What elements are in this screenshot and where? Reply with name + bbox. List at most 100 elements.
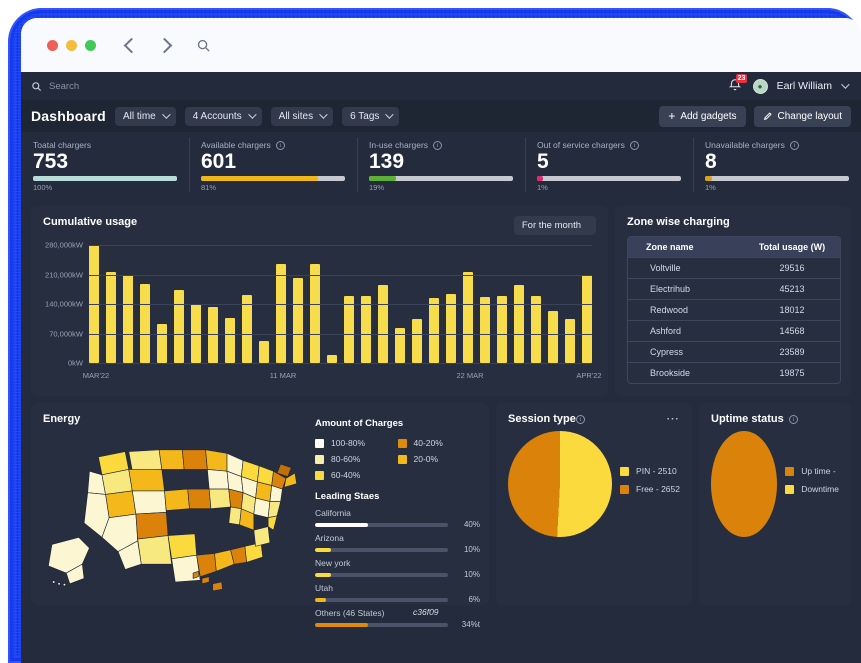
chart-bar[interactable] — [293, 277, 303, 363]
legend-label: 40-20% — [413, 438, 443, 448]
session-type-legend: PIN - 2510 Free - 2652 — [620, 466, 680, 502]
panel-header: Cumulative usage For the month — [43, 216, 596, 235]
chart-bar[interactable] — [548, 311, 558, 363]
info-icon[interactable]: i — [788, 414, 798, 424]
browser-navigation[interactable] — [123, 37, 173, 53]
energy-legend-column: Amount of Charges 100-80% 40-20% 80-60% 20-… — [311, 413, 480, 629]
user-name[interactable]: Earl William — [777, 80, 832, 92]
energy-map-column: Energy — [43, 413, 311, 595]
state-progress-fill — [315, 547, 331, 552]
legend-swatch — [315, 438, 324, 448]
window-controls[interactable] — [47, 39, 96, 51]
chart-bar[interactable] — [225, 317, 235, 363]
uptime-status-pie-chart[interactable] — [711, 431, 778, 537]
kpi-label: Unavailable chargers — [705, 140, 785, 150]
chart-bar[interactable] — [361, 295, 371, 363]
chart-bar[interactable] — [412, 319, 422, 363]
chevron-right-icon[interactable] — [156, 37, 173, 53]
total-usage-cell: 19875 — [779, 368, 805, 378]
state-progress-track — [315, 547, 448, 552]
chart-bar[interactable] — [123, 274, 133, 363]
chart-bar[interactable] — [565, 319, 575, 363]
filter-tags[interactable]: 6 Tags — [342, 106, 400, 126]
chart-bar[interactable] — [531, 296, 541, 363]
kpi-card: Unavailable chargers i 8 1% — [693, 132, 861, 200]
info-icon[interactable]: i — [629, 140, 639, 150]
state-bar: 10% — [315, 545, 480, 554]
zone-name-cell: Redwood — [650, 305, 689, 315]
panel-header: Uptime status i — [711, 413, 839, 425]
chart-bar[interactable] — [276, 264, 286, 363]
info-icon[interactable]: i — [433, 140, 443, 150]
add-gadgets-button[interactable]: + Add gadgets — [659, 105, 746, 127]
chevron-left-icon[interactable] — [123, 37, 140, 53]
filter-all-time[interactable]: All time — [114, 106, 176, 126]
state-progress-track — [315, 597, 448, 602]
avatar[interactable]: ● — [752, 78, 768, 94]
chart-bar[interactable] — [344, 296, 354, 363]
session-type-pie-chart[interactable] — [508, 431, 613, 537]
chart-bar[interactable] — [259, 341, 269, 363]
kpi-progress-track — [369, 176, 513, 182]
leading-states-list: California 40% Arizona 10% New york 10% Utah 6%… — [315, 508, 480, 629]
table-row[interactable]: Cypress 23589 — [628, 341, 840, 362]
info-icon[interactable]: i — [575, 414, 585, 424]
search-placeholder: Search — [49, 80, 80, 92]
chart-bar[interactable] — [208, 306, 218, 363]
total-usage-cell: 29516 — [779, 263, 805, 273]
chevron-down-icon[interactable] — [841, 80, 850, 89]
legend-swatch — [315, 454, 324, 464]
state-percent: 10% — [463, 545, 480, 554]
session-type-panel: Session type i ⋯ PIN - 2510 Free - 2652 — [496, 403, 692, 605]
minimize-window-button[interactable] — [66, 39, 77, 51]
search-icon — [197, 39, 210, 52]
chart-bar[interactable] — [497, 295, 507, 363]
chart-bar[interactable] — [140, 283, 150, 363]
chart-gridline — [89, 245, 592, 246]
zone-name-cell: Ashford — [650, 326, 682, 336]
chart-bar[interactable] — [463, 272, 473, 363]
chart-bar[interactable] — [106, 272, 116, 363]
kpi-value: 601 — [201, 150, 237, 173]
legend-label: Up time - — [801, 466, 836, 476]
chart-bar[interactable] — [514, 284, 524, 363]
chart-bar[interactable] — [310, 264, 320, 363]
chart-bar[interactable] — [480, 296, 490, 363]
search-input[interactable]: Search — [31, 81, 79, 92]
legend-swatch — [785, 484, 795, 494]
chart-bar[interactable] — [174, 290, 184, 363]
state-progress-fill — [315, 622, 369, 627]
chart-bar[interactable] — [327, 354, 337, 363]
search-icon — [32, 81, 42, 91]
table-row[interactable]: Ashford 14568 — [628, 320, 840, 341]
chart-bar[interactable] — [378, 285, 388, 363]
change-layout-button[interactable]: Change layout — [753, 105, 851, 127]
maximize-window-button[interactable] — [85, 39, 96, 51]
period-select[interactable]: For the month — [513, 216, 596, 235]
filter-accounts[interactable]: 4 Accounts — [184, 106, 262, 126]
state-name: California — [315, 508, 351, 518]
state-name: Utah — [315, 583, 333, 593]
table-row[interactable]: Electrihub 45213 — [628, 278, 840, 299]
state-bar: 6% — [315, 595, 480, 604]
topbar-right: 23 ● Earl William — [728, 74, 851, 94]
kpi-percent: 19% — [369, 183, 385, 193]
chart-bar[interactable] — [582, 275, 592, 363]
us-choropleth-map[interactable] — [43, 429, 311, 601]
more-horizontal-icon[interactable]: ⋯ — [666, 412, 680, 425]
info-icon[interactable]: i — [275, 140, 285, 150]
pencil-icon — [763, 112, 772, 121]
info-icon[interactable]: i — [789, 140, 799, 150]
browser-address-bar[interactable] — [196, 32, 847, 58]
notifications-button[interactable]: 23 — [728, 74, 748, 94]
close-window-button[interactable] — [47, 39, 58, 51]
table-row[interactable]: Voltville 29516 — [628, 257, 840, 278]
table-row[interactable]: Redwood 18012 — [628, 299, 840, 320]
chart-y-tick-label: 210,000kW — [45, 270, 83, 279]
filter-sites[interactable]: All sites — [270, 106, 334, 126]
chart-bar[interactable] — [157, 323, 167, 363]
table-row[interactable]: Brookside 19875 — [628, 362, 840, 383]
chart-bar[interactable] — [429, 297, 439, 363]
kpi-label: Out of service chargers — [537, 140, 625, 150]
state-name: New york — [315, 558, 351, 568]
